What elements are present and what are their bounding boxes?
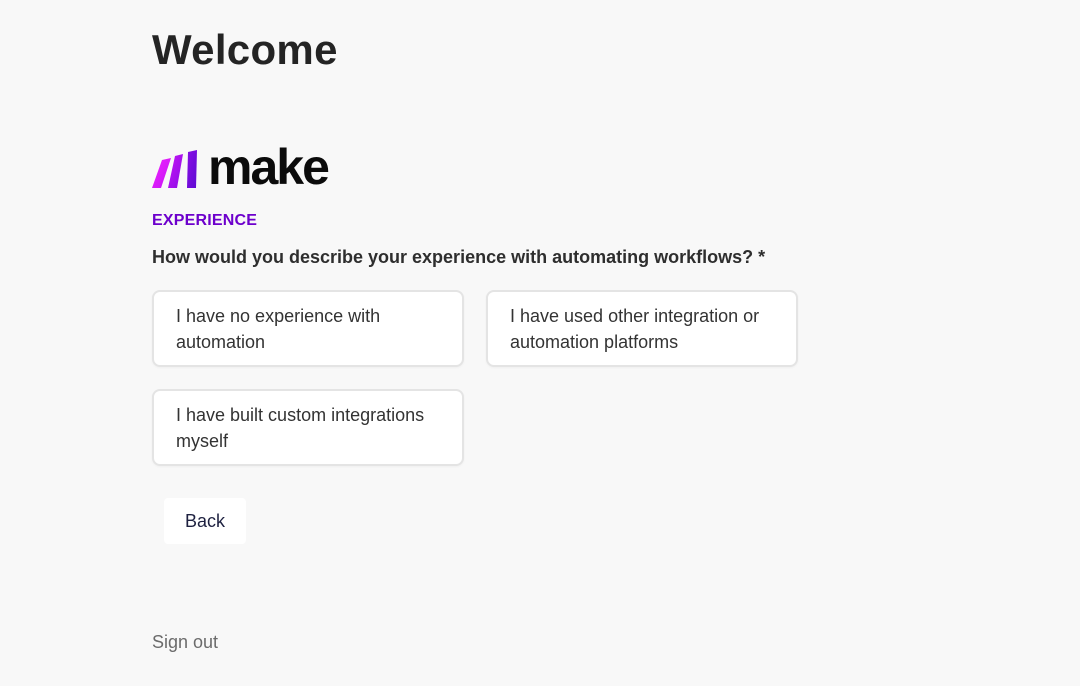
option-no-experience[interactable]: I have no experience with automation	[152, 290, 464, 367]
back-button[interactable]: Back	[164, 498, 246, 544]
option-built-custom-integrations[interactable]: I have built custom integrations myself	[152, 389, 464, 466]
question-text: How would you describe your experience w…	[152, 247, 766, 267]
sign-out-link[interactable]: Sign out	[152, 632, 218, 653]
page-title: Welcome	[152, 26, 338, 73]
experience-options: I have no experience with automation I h…	[152, 290, 802, 466]
onboarding-page: Welcome make EXPERIENCE How would you de…	[152, 0, 912, 686]
make-wordmark: make	[208, 139, 330, 195]
section-label: EXPERIENCE	[152, 212, 258, 229]
make-logo-icon	[152, 150, 197, 188]
option-used-other-platforms[interactable]: I have used other integration or automat…	[486, 290, 798, 367]
make-logo: make	[152, 139, 330, 195]
